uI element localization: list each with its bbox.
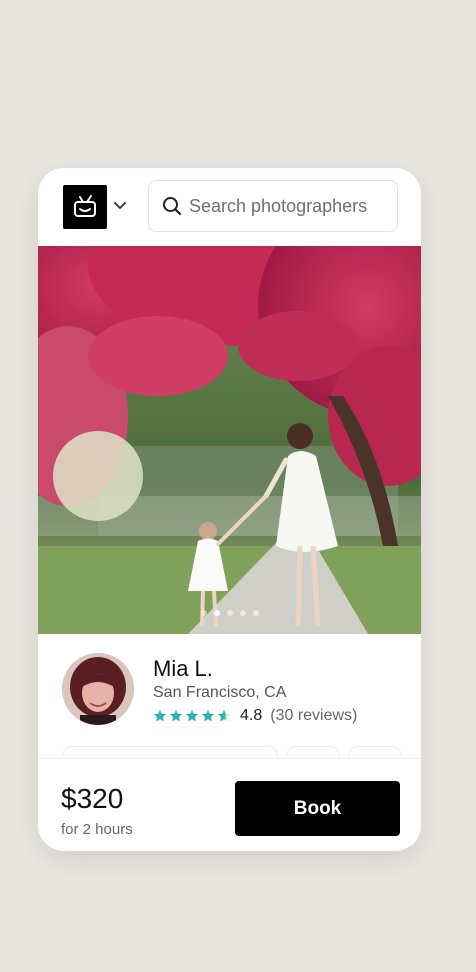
photographer-card: Mia L. San Francisco, CA 4.8 (30 reviews… — [38, 168, 421, 851]
avatar[interactable] — [62, 653, 134, 725]
photographer-name[interactable]: Mia L. — [153, 656, 213, 682]
photographer-location: San Francisco, CA — [153, 684, 287, 701]
rating-summary[interactable]: 4.8 (30 reviews) — [153, 707, 357, 725]
gallery-dot[interactable] — [239, 610, 246, 616]
rating-value: 4.8 — [240, 707, 263, 724]
search-input[interactable] — [189, 195, 389, 217]
gallery-dot[interactable] — [200, 610, 207, 616]
gallery-dot[interactable] — [226, 610, 233, 616]
booking-bar: $320 for 2 hours Book — [38, 758, 421, 851]
book-button[interactable]: Book — [235, 781, 400, 836]
tv-camera-logo-icon — [74, 195, 96, 217]
photographer-photo[interactable] — [38, 246, 421, 634]
photo-image — [38, 246, 421, 634]
search-bar[interactable] — [148, 180, 398, 232]
search-icon — [161, 195, 183, 217]
logo-button[interactable] — [63, 185, 107, 229]
gallery-dot[interactable] — [252, 610, 259, 616]
star-half-icon — [217, 709, 231, 722]
gallery-pagination — [38, 610, 421, 616]
star-rating — [153, 709, 231, 723]
gallery-dot-active[interactable] — [213, 610, 220, 616]
star-icon — [169, 709, 183, 722]
price: $320 — [61, 783, 124, 814]
review-count[interactable]: (30 reviews) — [270, 707, 357, 725]
avatar-image — [62, 653, 134, 725]
price-duration: for 2 hours — [61, 821, 133, 838]
star-icon — [185, 709, 199, 722]
logo-menu-toggle[interactable] — [112, 198, 128, 214]
star-icon — [201, 709, 215, 722]
app-header — [38, 168, 421, 246]
star-icon — [153, 709, 167, 722]
photographer-profile[interactable]: Mia L. San Francisco, CA 4.8 (30 reviews… — [38, 634, 421, 776]
chevron-down-icon — [114, 202, 126, 209]
